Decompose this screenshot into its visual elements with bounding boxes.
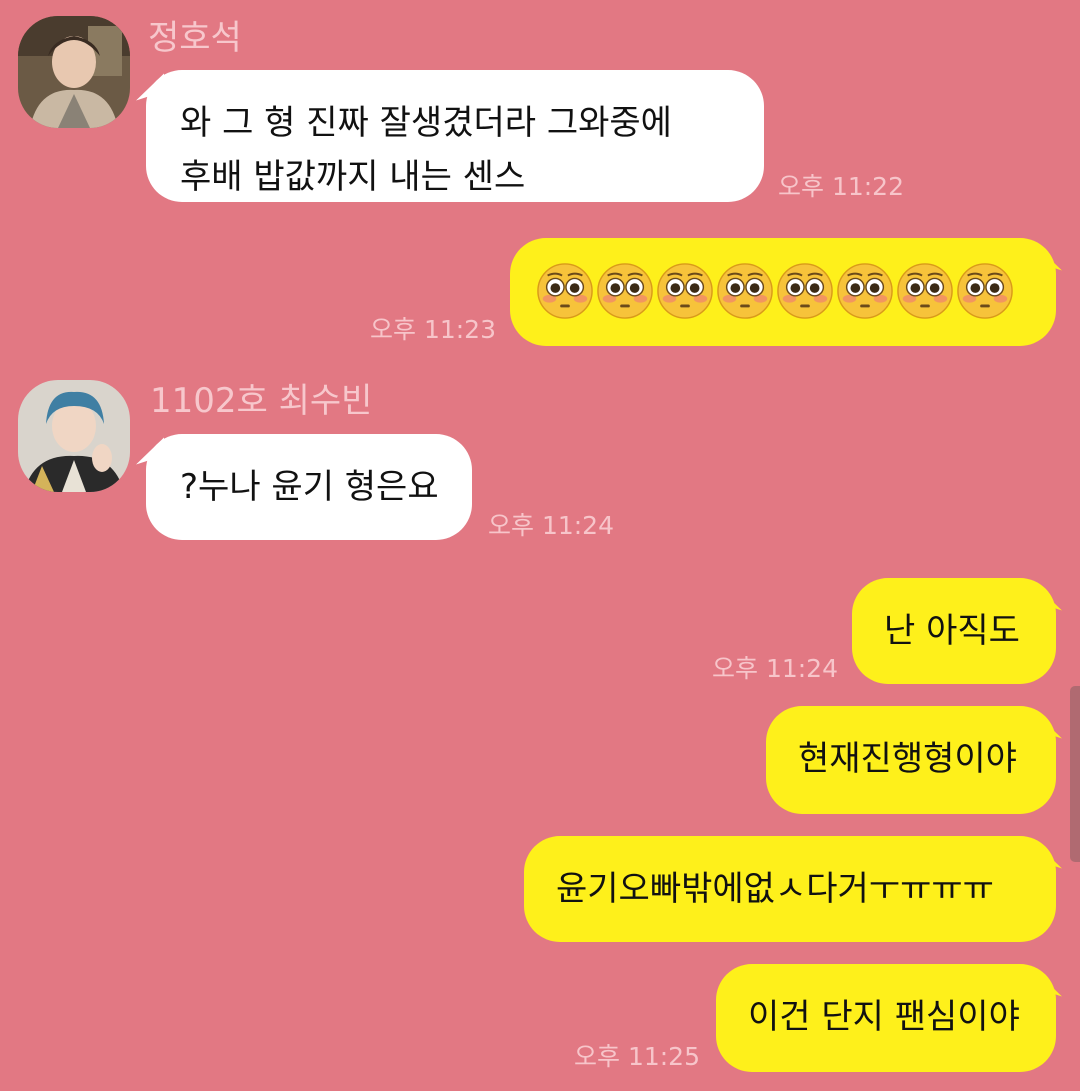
message-text-line: 이건 단지 팬심이야: [748, 997, 1020, 1037]
message-time: 오후 11:24: [488, 511, 614, 540]
flushed-face-icon: [537, 263, 593, 319]
message-time: 오후 11:22: [778, 172, 904, 201]
message-bubble[interactable]: [510, 238, 1056, 346]
flushed-face-icon: [717, 263, 773, 319]
scrollbar-thumb[interactable]: [1070, 686, 1080, 862]
profile-photo-icon: [18, 16, 130, 128]
flushed-face-icon: [897, 263, 953, 319]
avatar[interactable]: [18, 380, 130, 492]
sender-name: 정호석: [148, 18, 242, 58]
message-text-line: ?누나 윤기 형은요: [180, 467, 439, 507]
message-text-line: 후배 밥값까지 내는 센스: [180, 157, 526, 197]
flushed-face-icon: [597, 263, 653, 319]
flushed-face-icon: [777, 263, 833, 319]
message-bubble[interactable]: 난 아직도: [852, 578, 1056, 684]
message-bubble[interactable]: ?누나 윤기 형은요: [146, 434, 472, 540]
profile-photo-icon: [18, 380, 130, 492]
message-text-line: 현재진행형이야: [798, 739, 1017, 779]
message-text-line: 와 그 형 진짜 잘생겼더라 그와중에: [180, 103, 672, 143]
sender-name: 1102호 최수빈: [150, 381, 373, 421]
message-bubble[interactable]: 이건 단지 팬심이야: [716, 964, 1056, 1072]
message-bubble[interactable]: 와 그 형 진짜 잘생겼더라 그와중에 후배 밥값까지 내는 센스: [146, 70, 764, 202]
avatar[interactable]: [18, 16, 130, 128]
flushed-face-icon: [837, 263, 893, 319]
message-bubble[interactable]: 윤기오빠밖에없ㅅ다거ㅜㅠㅠㅠ: [524, 836, 1056, 942]
message-time: 오후 11:23: [370, 315, 496, 344]
message-time: 오후 11:24: [712, 654, 838, 683]
message-text-line: 난 아직도: [884, 611, 1020, 651]
message-bubble[interactable]: 현재진행형이야: [766, 706, 1056, 814]
message-text-line: 윤기오빠밖에없ㅅ다거ㅜㅠㅠㅠ: [556, 869, 994, 909]
flushed-face-icon: [657, 263, 713, 319]
flushed-face-icon: [957, 263, 1013, 319]
message-time: 오후 11:25: [574, 1042, 700, 1071]
emoji-row: [536, 258, 1030, 324]
